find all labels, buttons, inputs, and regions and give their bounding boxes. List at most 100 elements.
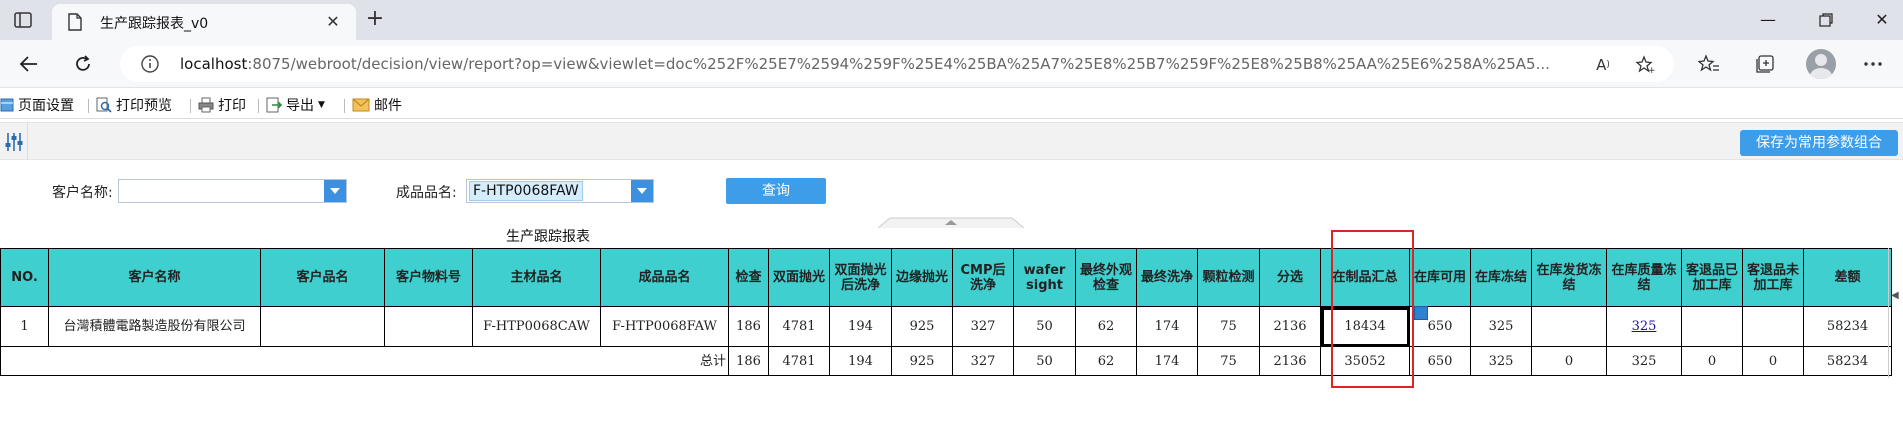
parameter-panel-header: 保存为常用参数组合	[0, 122, 1903, 161]
close-icon[interactable]: ✕	[322, 10, 344, 32]
total-cell: 0	[1681, 346, 1743, 376]
table-total-row: 总计 186 4781 194 925 327 50 62 174 75 2136 35052 650 3…	[0, 346, 1892, 376]
table-cell[interactable]: F-HTP0068FAW	[600, 306, 729, 347]
mail-button[interactable]: 邮件	[352, 96, 402, 114]
parameter-settings-icon[interactable]	[0, 123, 28, 161]
address-bar[interactable]: localhost:8075/webroot/decision/view/rep…	[120, 46, 1674, 82]
report-right-edge	[1888, 248, 1889, 378]
add-favorite-icon[interactable]: +	[1634, 54, 1656, 76]
collections-icon[interactable]	[1752, 52, 1778, 76]
table-cell[interactable]: 325	[1470, 306, 1532, 347]
table-cell[interactable]: 325	[1606, 306, 1682, 347]
minimize-icon[interactable]: —	[1748, 6, 1788, 34]
more-icon[interactable]	[1860, 52, 1886, 76]
document-icon	[68, 13, 82, 35]
favorites-icon[interactable]	[1696, 52, 1722, 76]
report-title: 生产跟踪报表	[506, 229, 590, 245]
collapse-panel-icon[interactable]	[878, 216, 1024, 228]
column-header: 最终外观检查	[1075, 248, 1137, 307]
column-header: 颗粒检测	[1197, 248, 1260, 307]
scroll-right-icon[interactable]: ◀	[1891, 290, 1899, 301]
info-icon[interactable]	[140, 54, 160, 78]
total-cell: 325	[1606, 346, 1682, 376]
table-cell[interactable]	[384, 306, 473, 347]
column-header: 在库冻结	[1470, 248, 1532, 307]
chevron-down-icon[interactable]	[324, 180, 346, 202]
total-cell: 4781	[768, 346, 830, 376]
table-cell[interactable]: 1	[0, 306, 49, 347]
column-header: 在库可用	[1409, 248, 1471, 307]
print-preview-button[interactable]: 打印预览	[96, 96, 172, 114]
table-cell[interactable]: 925	[891, 306, 953, 347]
table-cell[interactable]: 174	[1136, 306, 1198, 347]
total-label: 总计	[0, 346, 729, 376]
total-cell: 650	[1409, 346, 1471, 376]
table-cell[interactable]	[1531, 306, 1607, 347]
product-name-value[interactable]: F-HTP0068FAW	[469, 181, 583, 201]
product-name-combo[interactable]: F-HTP0068FAW	[466, 179, 654, 203]
table-cell[interactable]: 2136	[1259, 306, 1321, 347]
table-cell[interactable]: 50	[1013, 306, 1076, 347]
toolbar-divider	[190, 99, 191, 113]
print-button[interactable]: 打印	[198, 96, 246, 114]
page-setup-button[interactable]: 页面设置	[0, 96, 74, 114]
column-header: 边缘抛光	[891, 248, 953, 307]
print-label: 打印	[218, 98, 246, 114]
profile-avatar[interactable]	[1806, 49, 1836, 79]
table-cell[interactable]: 186	[728, 306, 769, 347]
table-cell[interactable]	[260, 306, 385, 347]
table-cell[interactable]: 75	[1197, 306, 1260, 347]
column-header: 差额	[1803, 248, 1892, 307]
parameter-panel: 客户名称: 成品品名: F-HTP0068FAW 查询	[0, 160, 1903, 228]
drilldown-link[interactable]: 325	[1632, 319, 1657, 334]
magnifier-icon	[96, 97, 112, 113]
chevron-down-icon[interactable]	[631, 180, 653, 202]
url-path: :8075/webroot/decision/view/report?op=vi…	[247, 55, 1550, 73]
export-icon	[266, 97, 282, 113]
column-header: 客户名称	[48, 248, 261, 307]
resize-handle-icon[interactable]	[1414, 306, 1428, 320]
window-close-icon[interactable]: ✕	[1862, 6, 1902, 34]
read-aloud-icon[interactable]: A)	[1592, 54, 1614, 76]
column-header: 客户品名	[260, 248, 385, 307]
table-cell[interactable]	[1681, 306, 1743, 347]
customer-name-input[interactable]	[119, 180, 324, 202]
browser-tab[interactable]: 生产跟踪报表_v0 ✕	[52, 4, 356, 40]
restore-icon[interactable]	[1806, 6, 1846, 34]
column-header: 检查	[728, 248, 769, 307]
url-text[interactable]: localhost:8075/webroot/decision/view/rep…	[180, 55, 1550, 73]
printer-icon	[198, 97, 214, 113]
table-cell[interactable]	[1742, 306, 1804, 347]
table-cell[interactable]: 台灣積體電路製造股份有限公司	[48, 306, 261, 347]
table-cell[interactable]: 58234	[1803, 306, 1892, 347]
total-cell: 0	[1531, 346, 1607, 376]
back-icon[interactable]	[14, 50, 44, 78]
column-header: 最终洗净	[1136, 248, 1198, 307]
table-header-row: NO. 客户名称 客户品名 客户物料号 主材品名 成品品名 检查 双面抛光 双面抛光后洗净 边缘抛…	[0, 248, 1892, 307]
chevron-down-icon: ▼	[318, 100, 325, 110]
column-header: 在库发货冻结	[1531, 248, 1607, 307]
column-header: 双面抛光后洗净	[829, 248, 892, 307]
table-cell[interactable]: F-HTP0068CAW	[472, 306, 601, 347]
table-cell[interactable]: 4781	[768, 306, 830, 347]
export-button[interactable]: 导出 ▼	[266, 96, 325, 114]
table-row: 1 台灣積體電路製造股份有限公司 F-HTP0068CAW F-HTP0068FAW 1…	[0, 306, 1892, 347]
print-preview-label: 打印预览	[116, 98, 172, 114]
tab-actions-icon[interactable]	[10, 8, 36, 32]
new-tab-icon[interactable]: +	[362, 7, 388, 33]
column-header: 分选	[1259, 248, 1321, 307]
table-cell[interactable]: 62	[1075, 306, 1137, 347]
query-button[interactable]: 查询	[726, 178, 826, 204]
total-cell: 0	[1742, 346, 1804, 376]
total-cell: 925	[891, 346, 953, 376]
customer-name-combo[interactable]	[118, 179, 347, 203]
table-cell[interactable]: 327	[952, 306, 1014, 347]
total-cell: 62	[1075, 346, 1137, 376]
total-cell: 194	[829, 346, 892, 376]
report-table: NO. 客户名称 客户品名 客户物料号 主材品名 成品品名 检查 双面抛光 双面抛光后洗净 边缘抛…	[0, 248, 1892, 376]
refresh-icon[interactable]	[68, 50, 98, 78]
table-cell[interactable]: 194	[829, 306, 892, 347]
url-host: localhost	[180, 55, 248, 73]
report-toolbar: 页面设置 打印预览 打印 导出 ▼ 邮件	[0, 91, 1903, 119]
save-param-group-button[interactable]: 保存为常用参数组合	[1740, 130, 1898, 156]
